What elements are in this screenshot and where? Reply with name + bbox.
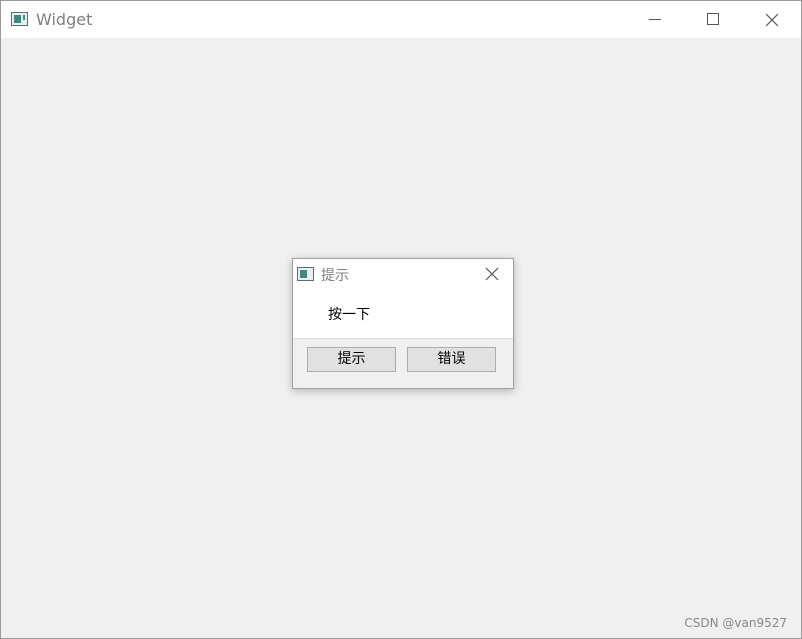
hint-button[interactable]: 提示 [307, 347, 396, 372]
close-icon [765, 13, 779, 27]
close-button[interactable] [743, 1, 801, 38]
window-titlebar[interactable]: Widget [1, 1, 801, 38]
minimize-button[interactable] [627, 1, 685, 38]
main-window: Widget 提示 按一下 提示 错误 CSDN @van9527 [0, 0, 802, 639]
minimize-icon [649, 19, 661, 20]
dialog-body: 提示 按一下 [293, 259, 513, 339]
dialog-title: 提示 [321, 268, 349, 284]
window-title: Widget [36, 10, 93, 29]
error-button[interactable]: 错误 [407, 347, 496, 372]
dialog-message: 按一下 [328, 307, 370, 323]
dialog-app-icon [297, 267, 314, 281]
maximize-button[interactable] [685, 1, 743, 38]
message-dialog: 提示 按一下 提示 错误 [292, 258, 514, 389]
app-window-icon [11, 12, 28, 26]
maximize-icon [707, 13, 719, 25]
dialog-close-icon[interactable] [485, 267, 499, 281]
watermark: CSDN @van9527 [684, 616, 787, 630]
